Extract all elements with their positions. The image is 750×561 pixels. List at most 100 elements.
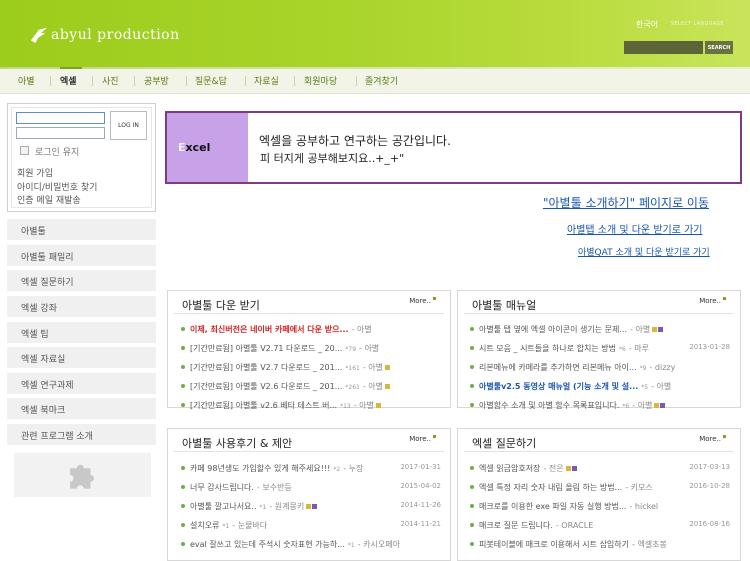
list-item[interactable]: 아별함수 소개 및 아별 함수 목록표입니다. *6- 아별	[470, 400, 736, 412]
list-item[interactable]: [기간만료됨] 아별툴 v2.6 베타 테스트 버... *13- 아별	[181, 400, 447, 412]
post-title[interactable]: [기간만료됨] 아별툴 V2.7 다운로드 _ 201...	[190, 363, 342, 372]
signup-link[interactable]: 회원 가입	[17, 166, 53, 179]
post-author[interactable]: - 아별	[630, 325, 650, 334]
list-item[interactable]: 시트 모음 _ 시트들을 하나로 합치는 방법 *6- 마루 2013-01-28	[470, 343, 736, 355]
post-author[interactable]: - 보수반등	[257, 483, 292, 492]
post-title[interactable]: 매크로를 이용한 exe 파일 자동 실행 방법...	[479, 502, 626, 511]
nav-item-members[interactable]: 회원마당	[304, 74, 337, 87]
abyultab-link[interactable]: 아별탭 소개 및 다운 받기로 가기	[567, 221, 703, 236]
list-item[interactable]: 아별툴v2.5 동영상 매뉴얼 (기능 소개 및 설... *5- 아별	[470, 381, 736, 393]
resend-email-link[interactable]: 인증 메일 재발송	[17, 193, 81, 206]
sidebar-item-excel-research[interactable]: 엑셀 연구과제	[7, 373, 156, 395]
more-link[interactable]: More..	[409, 435, 436, 443]
sidebar-item-excel-question[interactable]: 엑셀 질문하기	[7, 270, 156, 292]
more-link[interactable]: More..	[409, 297, 436, 305]
post-title[interactable]: 아별툴 탭 옆에 엑셀 아이콘이 생기는 문제...	[479, 325, 627, 334]
post-author[interactable]: - dizzy	[649, 363, 675, 372]
keep-login-checkbox[interactable]	[20, 146, 29, 155]
panel-divider	[174, 313, 444, 314]
post-author[interactable]: - 전은	[543, 464, 563, 473]
select-language-link[interactable]: SELECT LANGUAGE	[671, 21, 724, 27]
list-item[interactable]: 매크로를 이용한 exe 파일 자동 실행 방법... - hickel	[470, 501, 736, 513]
list-item[interactable]: [기간만료됨] 아별툴 V2.7 다운로드 _ 201... *161- 아별	[181, 362, 447, 374]
post-author[interactable]: - 엑셀초봉	[632, 540, 667, 549]
nav-item-excel[interactable]: 엑셀	[60, 74, 77, 87]
post-title[interactable]: 매크로 질문 드립니다.	[479, 521, 553, 530]
sidebar-item-family[interactable]: 아별툴 패밀리	[7, 245, 156, 267]
post-title[interactable]: 아별툴 깔고나서요..	[190, 502, 257, 511]
post-title[interactable]: 엑셀 읽금암호저장	[479, 464, 540, 473]
list-item[interactable]: eval 잘쓰고 있는데 주석시 숫자표현 가능하... *1- 카시오페아	[181, 539, 447, 551]
nav-item-qna[interactable]: 질문&답	[195, 74, 227, 87]
post-title[interactable]: 리본메뉴에 카메라를 추가하면 리본메뉴 아이...	[479, 363, 637, 372]
post-title[interactable]: 엑셀 특정 자리 숫자 내림 올림 하는 방법...	[479, 483, 622, 492]
post-title[interactable]: 아별툴v2.5 동영상 매뉴얼 (기능 소개 및 설...	[479, 382, 638, 391]
post-author[interactable]: - 카시오페아	[358, 540, 400, 549]
sidebar-item-excel-lecture[interactable]: 엑셀 강좌	[7, 296, 156, 318]
post-author[interactable]: - 아별	[363, 382, 383, 391]
post-author[interactable]: - 키모스	[625, 483, 653, 492]
nav-item-photo[interactable]: 사진	[102, 74, 119, 87]
post-author[interactable]: - 누장	[343, 464, 363, 473]
sidebar-item-related-programs[interactable]: 관련 프로그램 소개	[7, 424, 156, 446]
search-button[interactable]: SEARCH	[705, 41, 733, 54]
post-title[interactable]: 설치오류	[190, 521, 219, 530]
post-title[interactable]: 카페 98년생도 가입할수 있게 해주세요!!!	[190, 464, 330, 473]
list-item[interactable]: [기간만료됨] 아별툴 V2.71 다운로드 _ 20... *79- 아별	[181, 343, 447, 355]
search-input[interactable]	[624, 41, 703, 54]
list-item[interactable]: 아별툴 깔고나서요.. *1- 원계몽키 2014-11-26	[181, 501, 447, 513]
list-item[interactable]: 설치오류 *1- 눈물바다 2014-11-21	[181, 520, 447, 532]
login-button[interactable]: LOG IN	[110, 111, 147, 140]
list-item[interactable]: 엑셀 읽금암호저장 - 전은 2017-03-13	[470, 463, 736, 475]
sidebar-item-excel-tip[interactable]: 엑셀 팁	[7, 322, 156, 344]
post-title[interactable]: 너무 감사드립니다.	[190, 483, 254, 492]
sidebar-item-excel-bookmark[interactable]: 엑셀 북마크	[7, 398, 156, 420]
post-title[interactable]: [기간만료됨] 아별툴 V2.71 다운로드 _ 20...	[190, 344, 342, 353]
bullet-icon	[181, 346, 185, 350]
find-account-link[interactable]: 아이디/비밀번호 찾기	[17, 180, 97, 193]
list-item[interactable]: 아별툴 탭 옆에 엑셀 아이콘이 생기는 문제... - 아별	[470, 324, 736, 336]
list-item[interactable]: 너무 감사드립니다. - 보수반등 2015-04-02	[181, 482, 447, 494]
nav-item-abyul[interactable]: 아별	[18, 74, 35, 87]
sidebar-item-abyultool[interactable]: 아별툴	[7, 219, 156, 241]
list-item[interactable]: 이제, 최신버전은 네이버 카페에서 다운 받으... - 아별	[181, 324, 447, 336]
post-author[interactable]: - 아별	[651, 382, 671, 391]
nav-item-favorites[interactable]: 즐겨찾기	[365, 74, 398, 87]
list-item[interactable]: 매크로 질문 드립니다. - ORACLE 2016-08-16	[470, 520, 736, 532]
post-date: 2017-03-13	[689, 463, 730, 471]
site-logo[interactable]: abyul production	[30, 26, 180, 44]
nav-item-study[interactable]: 공부방	[144, 74, 169, 87]
post-author[interactable]: - 아별	[354, 401, 374, 410]
post-title[interactable]: [기간만료됨] 아별툴 V2.6 다운로드 _ 201...	[190, 382, 342, 391]
abyulqat-link[interactable]: 아별QAT 소개 및 다운 받기로 가기	[578, 245, 710, 258]
list-item[interactable]: 리본메뉴에 카메라를 추가하면 리본메뉴 아이... *9- dizzy	[470, 362, 736, 374]
post-author[interactable]: - 눈물바다	[232, 521, 267, 530]
list-item[interactable]: 엑셀 특정 자리 숫자 내림 올림 하는 방법... - 키모스 2016-10-2…	[470, 482, 736, 494]
post-author[interactable]: - 아별	[359, 344, 379, 353]
more-link[interactable]: More..	[699, 297, 726, 305]
language-current[interactable]: 한국어	[636, 19, 658, 30]
post-title[interactable]: 아별함수 소개 및 아별 함수 목록표입니다.	[479, 401, 619, 410]
post-author[interactable]: - 원계몽키	[269, 502, 304, 511]
post-title[interactable]: 피봇테이블에 매크로 이용해서 시트 삽입하기	[479, 540, 629, 549]
post-author[interactable]: - 아별	[352, 325, 372, 334]
post-title[interactable]: 이제, 최신버전은 네이버 카페에서 다운 받으...	[190, 325, 349, 334]
list-item[interactable]: [기간만료됨] 아별툴 V2.6 다운로드 _ 201... *261- 아별	[181, 381, 447, 393]
post-title[interactable]: [기간만료됨] 아별툴 v2.6 베타 테스트 버...	[190, 401, 337, 410]
post-author[interactable]: - 아별	[632, 401, 652, 410]
post-title[interactable]: eval 잘쓰고 있는데 주석시 숫자표현 가능하...	[190, 540, 345, 549]
keep-login-label: 로그인 유지	[35, 148, 80, 158]
sidebar-item-excel-archive[interactable]: 엑셀 자료실	[7, 347, 156, 369]
abyultool-intro-link[interactable]: "아별툴 소개하기" 페이지로 이동	[543, 194, 709, 211]
post-author[interactable]: - 마루	[629, 344, 649, 353]
nav-item-archive[interactable]: 자료실	[254, 74, 279, 87]
post-author[interactable]: - ORACLE	[556, 521, 593, 530]
post-title[interactable]: 시트 모음 _ 시트들을 하나로 합치는 방법	[479, 344, 616, 353]
password-input[interactable]	[16, 127, 105, 139]
list-item[interactable]: 카페 98년생도 가입할수 있게 해주세요!!! *2- 누장 2017-01-31	[181, 463, 447, 475]
more-link[interactable]: More..	[699, 435, 726, 443]
list-item[interactable]: 피봇테이블에 매크로 이용해서 시트 삽입하기 - 엑셀초봉	[470, 539, 736, 551]
post-author[interactable]: - 아별	[363, 363, 383, 372]
user-id-input[interactable]	[16, 112, 105, 124]
post-author[interactable]: - hickel	[629, 502, 658, 511]
